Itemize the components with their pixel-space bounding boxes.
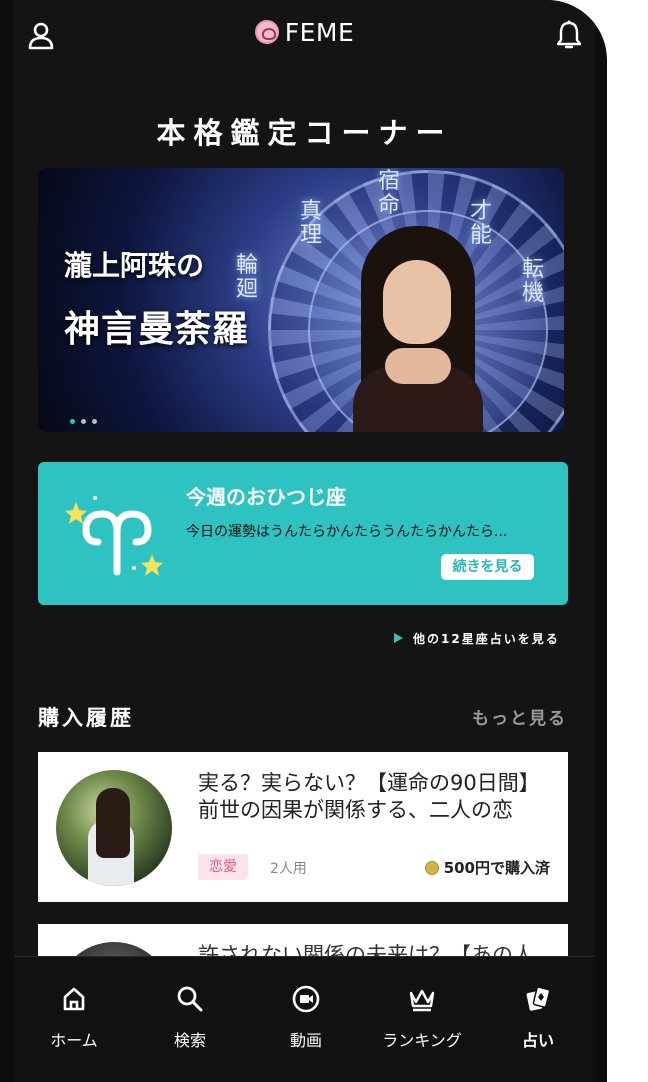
tab-home[interactable]: ホーム bbox=[16, 957, 132, 1082]
tab-ranking[interactable]: ランキング bbox=[364, 957, 480, 1082]
banner-subtitle: 瀧上阿珠の bbox=[64, 249, 205, 282]
category-tag: 恋愛 bbox=[198, 854, 248, 880]
coin-icon bbox=[424, 861, 439, 875]
feme-logo-icon bbox=[254, 20, 279, 44]
history-more-link[interactable]: もっと見る bbox=[472, 704, 567, 729]
carousel-dots[interactable] bbox=[70, 409, 103, 424]
banner-kanji: 宿命 bbox=[378, 169, 401, 218]
phone-frame: FEME 本格鑑定コーナー 宿命 才能 真理 転機 輪廻 瀧上阿珠の 神言曼荼羅 bbox=[0, 0, 607, 1082]
bottom-tab-bar: ホーム 検索 動画 ランキング 占い bbox=[14, 956, 595, 1082]
price-label: 500円で購入済 bbox=[443, 859, 550, 877]
section-title: 本格鑑定コーナー bbox=[156, 116, 453, 150]
search-icon bbox=[177, 986, 203, 1012]
tab-label: 占い bbox=[521, 1031, 554, 1050]
crown-icon bbox=[409, 989, 435, 1012]
horoscope-card[interactable]: 今週のおひつじ座 今日の運勢はうんたらかんたらうんたらかんたら... 続きを見る bbox=[38, 462, 568, 605]
banner-title: 神言曼荼羅 bbox=[64, 309, 250, 350]
fortune-teller-photo bbox=[343, 226, 493, 432]
horoscope-title: 今週のおひつじ座 bbox=[186, 485, 346, 509]
tab-search[interactable]: 検索 bbox=[132, 957, 248, 1082]
all-signs-label: 他の12星座占いを見る bbox=[413, 632, 560, 646]
banner-kanji: 真理 bbox=[300, 199, 323, 248]
item-price: 500円で購入済 bbox=[424, 857, 550, 878]
brand-name: FEME bbox=[284, 18, 355, 47]
tab-label: ランキング bbox=[382, 1031, 462, 1050]
history-title: 購入履歴 bbox=[38, 706, 134, 730]
tab-label: 動画 bbox=[289, 1031, 322, 1050]
all-signs-link[interactable]: 他の12星座占いを見る bbox=[394, 630, 560, 647]
carousel-dot[interactable] bbox=[70, 419, 75, 424]
play-triangle-icon bbox=[394, 633, 403, 643]
app-header: FEME bbox=[14, 0, 595, 70]
tab-label: 検索 bbox=[173, 1031, 206, 1050]
brand-logo[interactable]: FEME bbox=[14, 18, 595, 47]
history-item[interactable]: 実る？実らない？【運命の90日間】前世の因果が関係する、二人の恋 恋愛 2人用 … bbox=[38, 752, 568, 902]
home-icon bbox=[63, 987, 85, 1011]
bell-icon[interactable] bbox=[557, 20, 581, 50]
tarot-card-icon bbox=[526, 986, 551, 1011]
banner-kanji: 転機 bbox=[522, 257, 545, 306]
banner-kanji: 輪廻 bbox=[236, 253, 259, 302]
carousel-dot[interactable] bbox=[92, 419, 97, 424]
tab-label: ホーム bbox=[50, 1031, 98, 1050]
tab-fortune[interactable]: 占い bbox=[480, 957, 595, 1082]
item-thumbnail bbox=[56, 770, 172, 886]
carousel-dot[interactable] bbox=[81, 419, 86, 424]
read-more-button[interactable]: 続きを見る bbox=[441, 554, 534, 580]
feature-banner[interactable]: 宿命 才能 真理 転機 輪廻 瀧上阿珠の 神言曼荼羅 bbox=[38, 168, 564, 432]
item-users: 2人用 bbox=[270, 861, 307, 877]
item-title: 実る？実らない？【運命の90日間】前世の因果が関係する、二人の恋 bbox=[198, 771, 540, 822]
horoscope-description: 今日の運勢はうんたらかんたらうんたらかんたら... bbox=[186, 524, 508, 540]
video-icon bbox=[292, 985, 320, 1013]
app-screen: FEME 本格鑑定コーナー 宿命 才能 真理 転機 輪廻 瀧上阿珠の 神言曼荼羅 bbox=[14, 0, 595, 1082]
aries-icon bbox=[65, 496, 163, 576]
tab-video[interactable]: 動画 bbox=[248, 957, 364, 1082]
